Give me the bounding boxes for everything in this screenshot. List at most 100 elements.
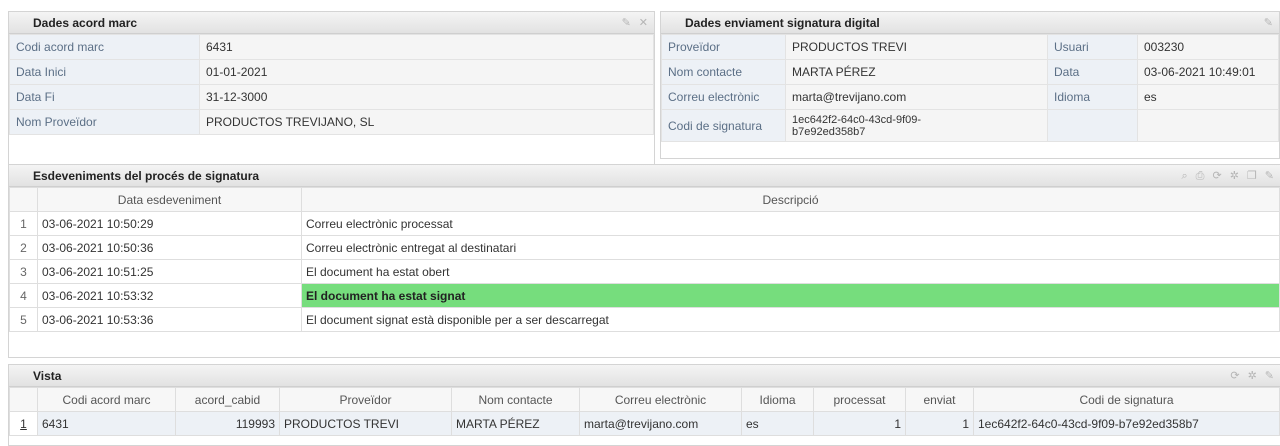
gear-icon[interactable]: ✲ [1248,365,1257,387]
table-row[interactable]: 1 03-06-2021 10:50:29 Correu electrònic … [9,211,1280,236]
panel-tools: ✎ [1264,12,1273,34]
column-header[interactable]: enviat [905,387,974,412]
table-row[interactable]: 3 03-06-2021 10:51:25 El document ha est… [9,259,1280,284]
table-row[interactable]: 2 03-06-2021 10:50:36 Correu electrònic … [9,235,1280,260]
panel-title: Dades acord marc [33,16,138,30]
field-label: Proveïdor [661,34,786,60]
column-header[interactable]: Codi acord marc [37,387,176,412]
enviament-panel: Dades enviament signatura digital ✎ Prov… [660,11,1280,159]
print-icon[interactable]: ⎙ [1196,165,1205,187]
column-header[interactable]: Proveïdor [279,387,452,412]
field-label: Data Fi [9,84,200,110]
field-value: PRODUCTOS TREVI [785,34,1048,60]
row-number: 3 [9,259,38,284]
column-header[interactable]: processat [813,387,906,412]
acord-form: Codi acord marc 6431 Data Inici 01-01-20… [9,34,654,135]
copy-icon[interactable]: ❐ [1247,165,1257,187]
table-cell: 119993 [175,411,280,436]
table-cell: 1 [813,411,906,436]
table-header-row: Data esdeveniment Descripció [9,187,1280,212]
field-label: Codi acord marc [9,34,200,60]
row-number-header [9,387,38,412]
event-description: El document signat està disponible per a… [301,307,1280,332]
column-header[interactable]: Data esdeveniment [37,187,302,212]
row-number: 2 [9,235,38,260]
edit-icon[interactable]: ✎ [1265,165,1274,187]
vista-table: Codi acord marc acord_cabid Proveïdor No… [9,387,1280,436]
column-header[interactable]: Descripció [301,187,1280,212]
field-value: MARTA PÉREZ [785,59,1048,85]
panel-header: Dades acord marc ✎ ✕ [9,12,654,34]
panel-tools: ⟳ ✲ ✎ [1230,365,1274,387]
table-cell: PRODUCTOS TREVI [279,411,452,436]
event-description: Correu electrònic processat [301,211,1280,236]
field-value: 003230 [1137,34,1279,60]
field-value: 31-12-3000 [199,84,654,110]
event-description: Correu electrònic entregat al destinatar… [301,235,1280,260]
row-number-header [9,187,38,212]
table-cell: 1 [905,411,974,436]
field-label: Nom contacte [661,59,786,85]
table-row[interactable]: 5 03-06-2021 10:53:36 El document signat… [9,307,1280,332]
field-label: Codi de signatura [661,109,786,142]
field-value: 1ec642f2-64c0-43cd-9f09-b7e92ed358b7 [785,109,1048,142]
table-cell: marta@trevijano.com [579,411,742,436]
refresh-icon[interactable]: ⟳ [1230,365,1239,387]
field-value [1137,109,1279,142]
field-label [1047,109,1138,142]
column-header[interactable]: Correu electrònic [579,387,742,412]
row-link[interactable]: 1 [20,417,27,431]
field-label: Data Inici [9,59,200,85]
panel-tools: ⌕ ⎙ ⟳ ✲ ❐ ✎ [1181,165,1274,187]
panel-tools: ✎ ✕ [622,12,648,34]
table-cell: 1ec642f2-64c0-43cd-9f09-b7e92ed358b7 [973,411,1280,436]
table-header-row: Codi acord marc acord_cabid Proveïdor No… [9,387,1280,412]
table-cell: 6431 [37,411,176,436]
vista-panel: Vista ⟳ ✲ ✎ Codi acord marc acord_cabid … [8,364,1280,446]
panel-header: Dades enviament signatura digital ✎ [661,12,1279,34]
panel-title: Esdeveniments del procés de signatura [33,169,260,183]
acord-marc-panel: Dades acord marc ✎ ✕ Codi acord marc 643… [8,11,655,175]
field-label: Usuari [1047,34,1138,60]
event-date: 03-06-2021 10:53:36 [37,307,302,332]
table-row[interactable]: 1 6431 119993 PRODUCTOS TREVI MARTA PÉRE… [9,411,1280,436]
column-header[interactable]: acord_cabid [175,387,280,412]
row-number: 1 [9,211,38,236]
panel-header: Vista ⟳ ✲ ✎ [9,365,1280,387]
esdeveniments-panel: Esdeveniments del procés de signatura ⌕ … [8,164,1280,358]
field-label: Nom Proveïdor [9,109,200,135]
field-value: marta@trevijano.com [785,84,1048,110]
enviament-form: Proveïdor PRODUCTOS TREVI Usuari 003230 … [661,34,1279,142]
row-number: 4 [9,283,38,308]
event-date: 03-06-2021 10:50:29 [37,211,302,236]
field-value: PRODUCTOS TREVIJANO, SL [199,109,654,135]
panel-title: Dades enviament signatura digital [685,16,880,30]
refresh-icon[interactable]: ⟳ [1212,165,1221,187]
table-row-highlighted[interactable]: 4 03-06-2021 10:53:32 El document ha est… [9,283,1280,308]
edit-icon[interactable]: ✎ [1265,365,1274,387]
field-value: 6431 [199,34,654,60]
event-date: 03-06-2021 10:50:36 [37,235,302,260]
column-header[interactable]: Nom contacte [451,387,580,412]
panel-title: Vista [33,369,62,383]
edit-icon[interactable]: ✎ [622,12,631,34]
event-date: 03-06-2021 10:51:25 [37,259,302,284]
field-value: es [1137,84,1279,110]
field-label: Correu electrònic [661,84,786,110]
search-icon[interactable]: ⌕ [1181,165,1187,187]
field-value: 01-01-2021 [199,59,654,85]
panel-header: Esdeveniments del procés de signatura ⌕ … [9,165,1280,187]
table-cell: es [741,411,814,436]
close-icon[interactable]: ✕ [639,12,648,34]
event-description: El document ha estat obert [301,259,1280,284]
row-number: 5 [9,307,38,332]
column-header[interactable]: Idioma [741,387,814,412]
events-table: Data esdeveniment Descripció 1 03-06-202… [9,187,1280,332]
field-value: 03-06-2021 10:49:01 [1137,59,1279,85]
field-label: Idioma [1047,84,1138,110]
column-header[interactable]: Codi de signatura [973,387,1280,412]
row-number: 1 [9,411,38,436]
edit-icon[interactable]: ✎ [1264,12,1273,34]
gear-icon[interactable]: ✲ [1230,165,1239,187]
field-label: Data [1047,59,1138,85]
